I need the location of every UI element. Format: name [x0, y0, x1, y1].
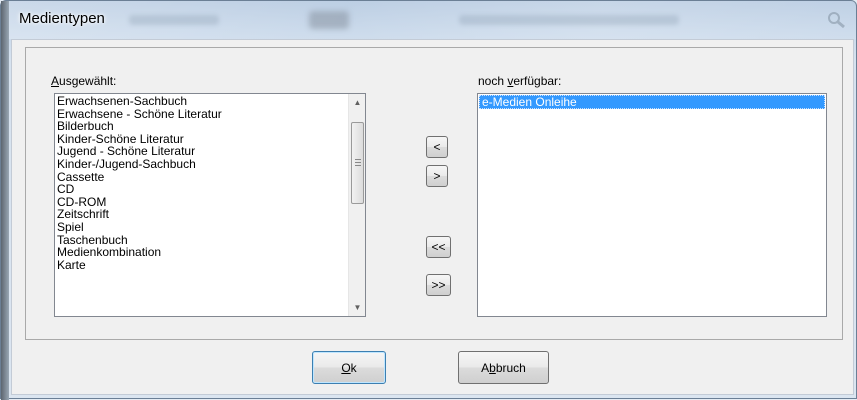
available-media-listbox[interactable]: e-Medien Onleihe: [477, 93, 827, 317]
search-icon: [828, 12, 845, 29]
list-item[interactable]: Zeitschrift: [55, 208, 348, 221]
list-item[interactable]: Erwachsenen-Sachbuch: [55, 95, 348, 108]
selected-list-scrollbar[interactable]: ▲ ▼: [348, 94, 365, 316]
media-type-group: Ausgewählt: Erwachsenen-Sachbuch Erwachse…: [25, 47, 843, 340]
add-all-button[interactable]: <<: [426, 236, 451, 258]
grip-icon: [355, 159, 361, 166]
available-list-label: noch verfügbar:: [478, 74, 562, 88]
background-blur: [309, 11, 349, 29]
dialog-window: Medientypen Ausgewählt: Erwachsenen-Sach…: [0, 0, 857, 400]
list-item[interactable]: Karte: [55, 259, 348, 272]
list-item[interactable]: Erwachsene - Schöne Literatur: [55, 108, 348, 121]
selected-media-listbox[interactable]: Erwachsenen-Sachbuch Erwachsene - Schöne …: [54, 93, 366, 317]
list-item[interactable]: Bilderbuch: [55, 120, 348, 133]
list-item[interactable]: Kinder-/Jugend-Sachbuch: [55, 158, 348, 171]
list-item[interactable]: Spiel: [55, 221, 348, 234]
selected-list-label: Ausgewählt:: [51, 74, 117, 88]
list-item[interactable]: e-Medien Onleihe: [479, 95, 825, 109]
list-item[interactable]: Taschenbuch: [55, 234, 348, 247]
list-item[interactable]: Jugend - Schöne Literatur: [55, 145, 348, 158]
title-bar[interactable]: Medientypen: [9, 1, 856, 39]
dialog-client-area: Ausgewählt: Erwachsenen-Sachbuch Erwachse…: [11, 39, 854, 395]
list-item[interactable]: CD: [55, 183, 348, 196]
window-title: Medientypen: [19, 10, 105, 27]
add-selected-button[interactable]: <: [426, 136, 448, 158]
scroll-up-arrow[interactable]: ▲: [349, 94, 366, 111]
scroll-down-arrow[interactable]: ▼: [349, 299, 366, 316]
cancel-button[interactable]: Ab bruch: [458, 351, 549, 384]
background-blur: [129, 15, 219, 25]
background-blur: [459, 15, 679, 25]
remove-all-button[interactable]: >>: [426, 274, 451, 296]
list-item[interactable]: Cassette: [55, 171, 348, 184]
list-item[interactable]: CD-ROM: [55, 196, 348, 209]
remove-selected-button[interactable]: >: [426, 165, 448, 187]
scroll-thumb[interactable]: [351, 122, 364, 204]
background-window-edge: [1, 1, 9, 400]
ok-button[interactable]: Ok: [312, 351, 386, 384]
list-item[interactable]: Kinder-Schöne Literatur: [55, 133, 348, 146]
list-item[interactable]: Medienkombination: [55, 246, 348, 259]
